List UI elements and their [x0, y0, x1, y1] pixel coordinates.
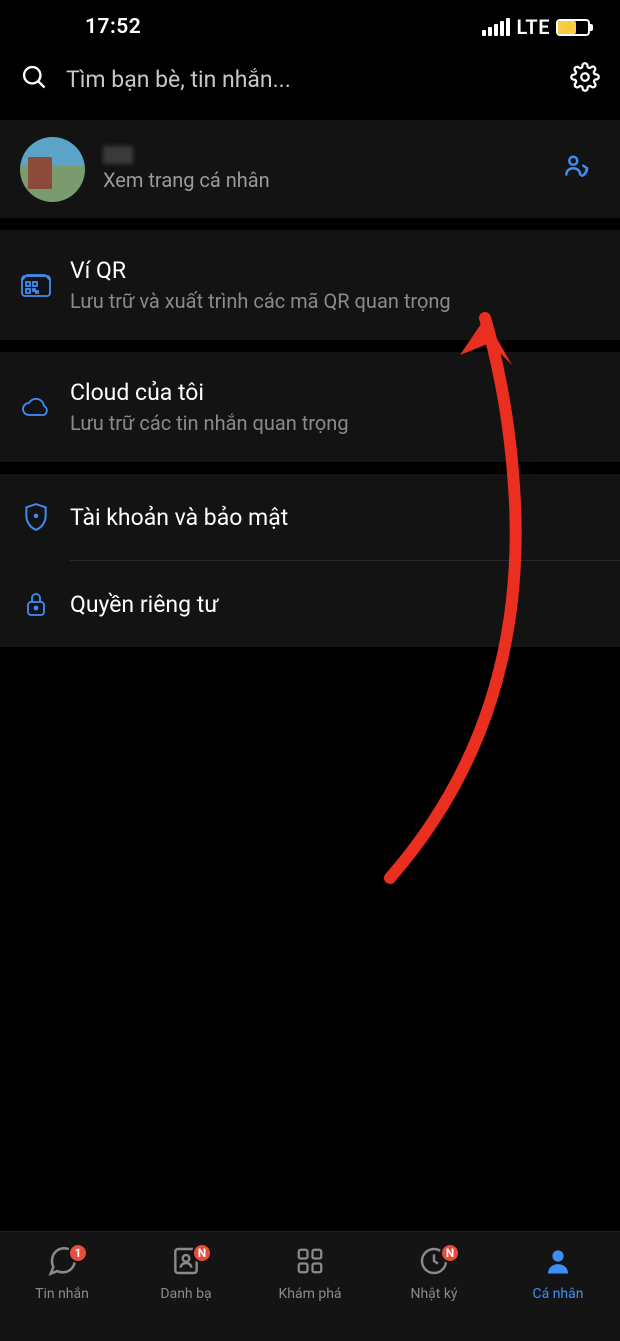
menu-title: Tài khoản và bảo mật [70, 504, 600, 531]
tab-diary[interactable]: N Nhật ký [372, 1240, 496, 1341]
profile-info: Xem trang cá nhân [103, 146, 536, 192]
battery-icon: ⚡ [556, 19, 590, 36]
menu-item-cloud[interactable]: Cloud của tôi Lưu trữ các tin nhắn quan … [0, 352, 620, 462]
menu-item-qr-wallet[interactable]: Ví QR Lưu trữ và xuất trình các mã QR qu… [0, 230, 620, 340]
tab-messages[interactable]: 1 Tin nhắn [0, 1240, 124, 1341]
menu-title: Ví QR [70, 257, 600, 284]
settings-icon[interactable] [570, 62, 600, 96]
status-bar: 17:52 LTE ⚡ [0, 0, 620, 50]
tab-label: Khám phá [278, 1286, 341, 1302]
cloud-icon [20, 396, 52, 418]
badge: N [440, 1243, 460, 1263]
tab-contacts[interactable]: N Danh bạ [124, 1240, 248, 1341]
badge: 1 [68, 1243, 88, 1263]
tab-label: Cá nhân [533, 1286, 584, 1302]
tab-label: Tin nhắn [35, 1286, 89, 1302]
menu-title: Cloud của tôi [70, 379, 600, 406]
network-label: LTE [516, 15, 550, 39]
tab-profile[interactable]: Cá nhân [496, 1240, 620, 1341]
profile-name-redacted [103, 146, 133, 164]
status-indicators: LTE ⚡ [482, 15, 590, 39]
qr-wallet-icon [20, 272, 52, 298]
badge: N [192, 1243, 212, 1263]
lock-icon [20, 590, 52, 618]
profile-icon [543, 1246, 573, 1280]
switch-account-icon[interactable] [554, 152, 600, 186]
menu-subtitle: Lưu trữ các tin nhắn quan trọng [70, 411, 600, 435]
search-row [0, 50, 620, 108]
profile-subtitle: Xem trang cá nhân [103, 168, 536, 192]
search-input[interactable] [66, 66, 552, 93]
menu-title: Quyền riêng tư [70, 591, 600, 618]
content-area: Xem trang cá nhân Ví QR [0, 108, 620, 647]
menu-subtitle: Lưu trữ và xuất trình các mã QR quan trọ… [70, 289, 600, 313]
profile-row[interactable]: Xem trang cá nhân [0, 120, 620, 218]
signal-icon [482, 18, 510, 36]
tab-label: Nhật ký [410, 1286, 457, 1302]
tab-label: Danh bạ [160, 1286, 211, 1302]
menu-item-security[interactable]: Tài khoản và bảo mật [0, 474, 620, 560]
avatar [20, 137, 85, 202]
discover-icon [295, 1246, 325, 1280]
tab-bar: 1 Tin nhắn N Danh bạ Khám phá N Nhật ký [0, 1231, 620, 1341]
menu-item-privacy[interactable]: Quyền riêng tư [0, 561, 620, 647]
tab-discover[interactable]: Khám phá [248, 1240, 372, 1341]
search-icon[interactable] [20, 63, 48, 95]
shield-icon [20, 502, 52, 532]
status-time: 17:52 [85, 15, 141, 39]
